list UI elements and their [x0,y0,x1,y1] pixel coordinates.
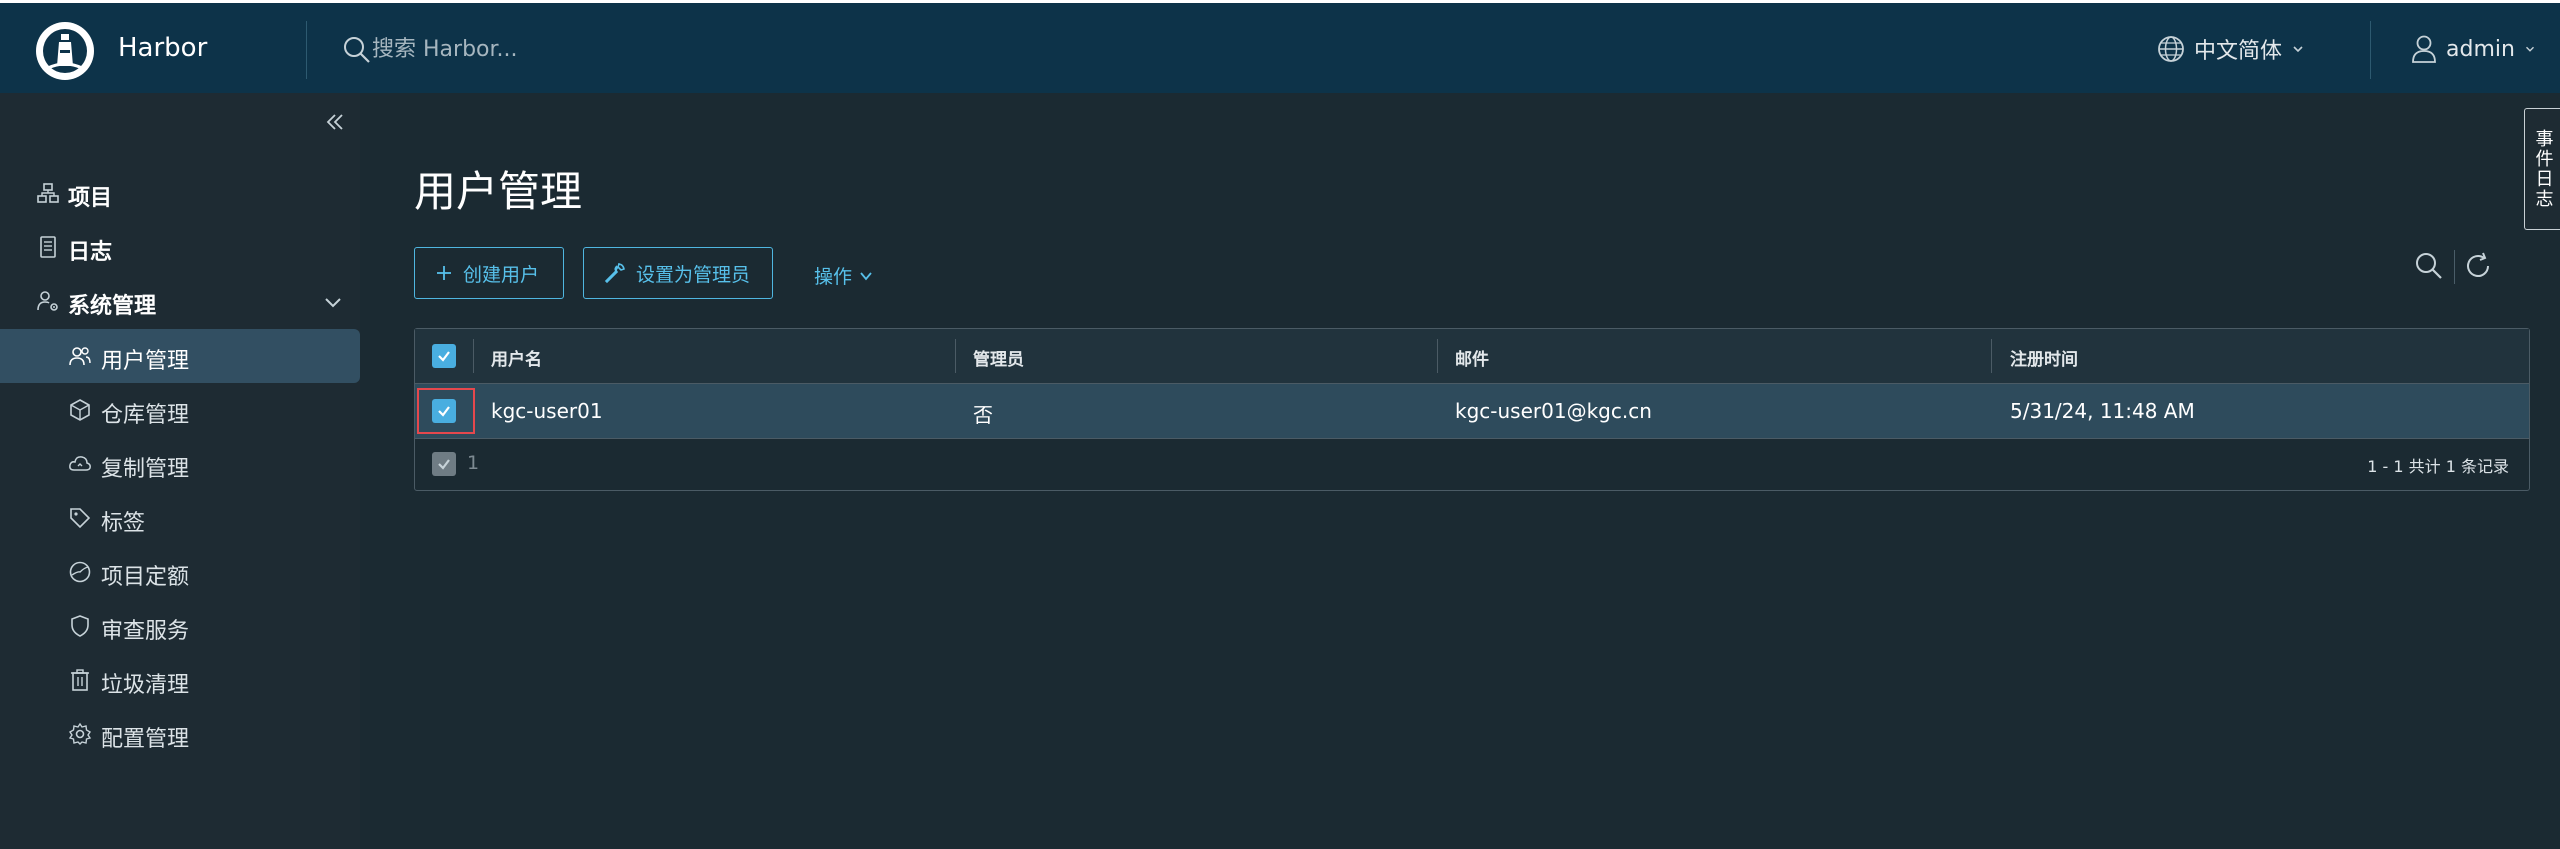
search-icon [344,37,370,63]
sidebar-item-label: 仓库管理 [101,403,190,428]
actions-label: 操作 [814,266,853,288]
create-user-button[interactable]: 创建用户 [414,247,564,299]
sidebar-item-label: 审查服务 [101,619,190,644]
search-icon[interactable] [2414,251,2444,281]
sidebar-item-label: 用户管理 [101,349,190,374]
plus-icon [437,266,451,280]
users-icon [69,347,91,366]
top-header: Harbor 中文简体 admin [0,0,2560,93]
registries-icon [70,399,90,421]
sidebar-item-interrogation-services[interactable]: 审查服务 [0,599,360,653]
globe-icon [2158,36,2184,62]
sidebar-item-label: 系统管理 [68,294,157,319]
user-menu[interactable]: admin [2410,33,2537,65]
check-icon [438,406,450,417]
cell-email: kgc-user01@kgc.cn [1455,399,1652,423]
chevron-down-icon [2293,46,2303,53]
sidebar: 项目 日志 系统管理 用户管理 仓库管理 复制管理 标签 项目定额 审查服务 垃… [0,93,360,849]
harbor-logo[interactable] [34,20,96,82]
sidebar-item-configuration[interactable]: 配置管理 [0,707,360,761]
sidebar-item-registries[interactable]: 仓库管理 [0,383,360,437]
pagination-info: 1 - 1 共计 1 条记录 [2367,457,2509,476]
user-icon [2412,35,2436,63]
event-log-label: 事件日志 [2532,129,2554,209]
sidebar-item-label: 复制管理 [101,457,190,482]
sidebar-item-user-management[interactable]: 用户管理 [0,329,360,383]
sidebar-item-labels[interactable]: 标签 [0,491,360,545]
sidebar-item-label: 项目定额 [101,565,190,590]
logs-icon [40,236,56,258]
trash-icon [71,669,89,691]
brand-name[interactable]: Harbor [118,33,207,63]
language-label: 中文简体 [2194,39,2283,64]
row-checkbox[interactable] [432,399,456,423]
sidebar-item-label: 配置管理 [101,727,190,752]
cell-admin: 否 [973,403,993,427]
sidebar-item-label: 项目 [68,186,113,211]
system-admin-icon [37,291,58,311]
username-label: admin [2446,36,2515,62]
replication-icon [69,456,91,471]
header-divider [2370,21,2371,79]
quota-icon [69,561,91,583]
sidebar-item-projects[interactable]: 项目 [0,166,360,220]
column-header-email[interactable]: 邮件 [1455,345,1489,370]
column-header-username[interactable]: 用户名 [491,345,542,370]
language-selector[interactable]: 中文简体 [2156,33,2306,65]
header-divider [306,21,307,79]
page-title: 用户管理 [414,167,583,216]
sidebar-item-project-quotas[interactable]: 项目定额 [0,545,360,599]
chevron-down-icon [2525,46,2534,52]
users-table: 用户名 管理员 邮件 注册时间 kgc-user01 否 kgc-user01@… [414,328,2530,491]
column-header-admin[interactable]: 管理员 [973,345,1024,370]
gear-icon [68,722,92,745]
toolbar-divider [2454,250,2455,284]
create-user-label: 创建用户 [463,263,540,286]
cell-username: kgc-user01 [491,399,603,423]
global-search-input[interactable] [372,29,972,69]
collapse-sidebar-icon[interactable] [320,107,350,137]
set-admin-label: 设置为管理员 [636,263,751,286]
sidebar-item-garbage-collection[interactable]: 垃圾清理 [0,653,360,707]
set-admin-button[interactable]: 设置为管理员 [583,247,773,299]
event-log-tab[interactable]: 事件日志 [2524,108,2560,230]
sidebar-item-label: 垃圾清理 [101,673,190,698]
column-separator [955,339,956,373]
chevron-down-icon [325,298,341,308]
refresh-icon[interactable] [2464,251,2494,281]
chevron-down-icon [860,271,872,280]
table-header: 用户名 管理员 邮件 注册时间 [415,329,2529,384]
table-row[interactable]: kgc-user01 否 kgc-user01@kgc.cn 5/31/24, … [415,384,2529,439]
wrench-icon [604,263,625,284]
sidebar-item-system-admin[interactable]: 系统管理 [0,274,360,328]
check-icon [438,459,450,470]
table-footer: 1 1 - 1 共计 1 条记录 [415,439,2529,489]
selected-count: 1 [467,452,480,474]
check-icon [438,351,450,362]
cell-registered: 5/31/24, 11:48 AM [2010,399,2195,423]
selection-count-checkbox [432,452,456,476]
sidebar-item-label: 日志 [68,240,113,265]
column-separator [1991,339,1992,373]
sidebar-item-logs[interactable]: 日志 [0,220,360,274]
select-all-checkbox[interactable] [432,344,456,368]
tag-icon [70,508,91,529]
shield-icon [71,615,89,637]
sidebar-item-replication[interactable]: 复制管理 [0,437,360,491]
column-header-registered[interactable]: 注册时间 [2010,345,2078,370]
sidebar-item-label: 标签 [101,511,146,536]
actions-dropdown[interactable]: 操作 [814,262,874,289]
column-separator [1437,339,1438,373]
column-separator [473,339,474,373]
projects-icon [37,183,59,203]
